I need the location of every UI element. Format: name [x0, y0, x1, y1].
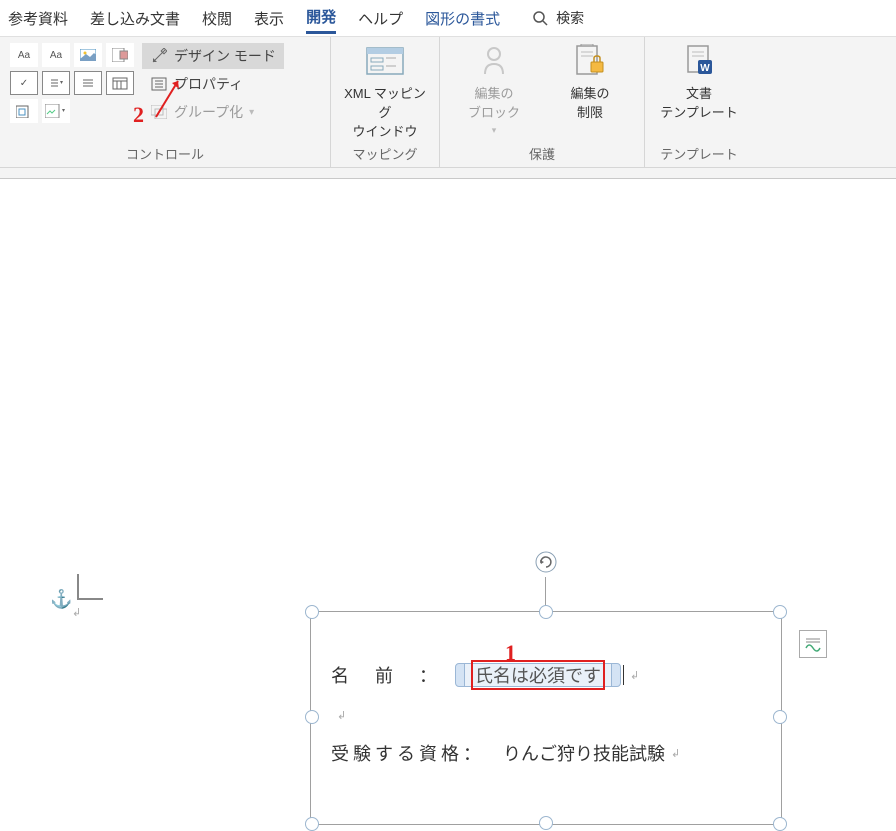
- paragraph-mark: ↲: [337, 710, 346, 722]
- paragraph-mark: ↲: [671, 747, 680, 760]
- resize-handle-nw[interactable]: [305, 605, 319, 619]
- qualification-label: 受験する資格：: [331, 740, 485, 766]
- group-label: グループ化: [174, 102, 243, 122]
- text-cursor: [623, 665, 624, 685]
- layout-options-button[interactable]: [799, 630, 827, 658]
- search-icon: [532, 10, 548, 26]
- xml-mapping-icon: [366, 43, 404, 79]
- tab-help[interactable]: ヘルプ: [358, 4, 403, 33]
- tab-view[interactable]: 表示: [254, 4, 284, 33]
- resize-handle-ne[interactable]: [773, 605, 787, 619]
- xml-mapping-label: XML マッピング ウインドウ: [341, 83, 429, 140]
- text-box[interactable]: 名 前 ： 氏名は必須です ↲ ↲ 受験する資格： りんご狩り技能試験 ↲: [310, 611, 782, 825]
- restrict-editing-label: 編集の 制限: [570, 83, 609, 121]
- content-control-handle-right[interactable]: [611, 663, 621, 687]
- search-label: 検索: [556, 8, 584, 28]
- qualification-value: りんご狩り技能試験: [503, 740, 665, 766]
- dropdown-control-icon[interactable]: [74, 71, 102, 95]
- restrict-editing-button[interactable]: 編集の 制限: [546, 43, 634, 121]
- resize-handle-s[interactable]: [539, 816, 553, 830]
- repeating-section-control-icon[interactable]: [10, 99, 38, 123]
- doc-template-icon: W: [680, 43, 718, 79]
- doc-template-button[interactable]: W 文書 テンプレート: [655, 43, 743, 121]
- legacy-tools-icon[interactable]: [42, 99, 70, 123]
- name-label: 名 前 ：: [331, 662, 441, 688]
- rich-text-control-icon[interactable]: Aa: [10, 43, 38, 67]
- combobox-control-icon[interactable]: [42, 71, 70, 95]
- document-area[interactable]: ⚓ ↲ 名 前 ： 氏名は必須です ↲ ↲ 受験する資格： りんご狩り技能試験 …: [0, 179, 896, 649]
- properties-label: プロパティ: [174, 74, 243, 94]
- resize-handle-e[interactable]: [773, 710, 787, 724]
- layout-options-icon: [804, 636, 822, 652]
- content-control-handle-left[interactable]: [455, 663, 465, 687]
- name-content-control[interactable]: 氏名は必須です: [455, 663, 621, 687]
- paragraph-mark: ↲: [630, 669, 639, 682]
- controls-gallery[interactable]: Aa Aa ✓: [10, 43, 134, 123]
- design-mode-label: デザイン モード: [174, 46, 276, 66]
- block-editing-icon: [475, 43, 513, 79]
- doc-template-label: 文書 テンプレート: [660, 83, 738, 121]
- chevron-down-icon: ▾: [249, 107, 254, 118]
- paragraph-mark: ↲: [72, 606, 81, 619]
- group-label-protect: 保護: [450, 144, 634, 163]
- svg-text:W: W: [700, 63, 710, 74]
- group-label-template: テンプレート: [655, 144, 743, 163]
- xml-mapping-button[interactable]: XML マッピング ウインドウ: [341, 43, 429, 140]
- design-mode-button[interactable]: デザイン モード: [142, 43, 284, 69]
- tab-mailings[interactable]: 差し込み文書: [90, 4, 180, 33]
- chevron-down-icon: ▾: [492, 125, 497, 136]
- picture-control-icon[interactable]: [74, 43, 102, 67]
- anchor-icon: ⚓: [50, 589, 72, 610]
- search-button[interactable]: 検索: [532, 8, 584, 28]
- date-picker-control-icon[interactable]: [106, 71, 134, 95]
- restrict-editing-icon: [571, 43, 609, 79]
- tab-developer[interactable]: 開発: [306, 2, 336, 34]
- tab-references[interactable]: 参考資料: [8, 4, 68, 33]
- tab-shapeformat[interactable]: 図形の書式: [425, 4, 500, 33]
- callout-2: 2: [133, 102, 144, 128]
- building-block-control-icon[interactable]: [106, 43, 134, 67]
- callout-1: 1: [505, 640, 516, 666]
- group-label-mapping: マッピング: [341, 144, 429, 163]
- resize-handle-sw[interactable]: [305, 817, 319, 831]
- plain-text-control-icon[interactable]: Aa: [42, 43, 70, 67]
- block-editing-button: 編集の ブロック ▾: [450, 43, 538, 136]
- group-label-controls: コントロール: [10, 144, 320, 163]
- resize-handle-se[interactable]: [773, 817, 787, 831]
- name-placeholder: 氏名は必須です: [475, 666, 601, 686]
- annotation-arrow: [150, 79, 184, 121]
- tab-review[interactable]: 校閲: [202, 4, 232, 33]
- checkbox-control-icon[interactable]: ✓: [10, 71, 38, 95]
- design-mode-icon: [150, 47, 168, 65]
- rotate-handle[interactable]: [535, 551, 557, 573]
- resize-handle-n[interactable]: [539, 605, 553, 619]
- margin-indicator: [77, 574, 103, 600]
- block-editing-label: 編集の ブロック: [468, 83, 520, 121]
- resize-handle-w[interactable]: [305, 710, 319, 724]
